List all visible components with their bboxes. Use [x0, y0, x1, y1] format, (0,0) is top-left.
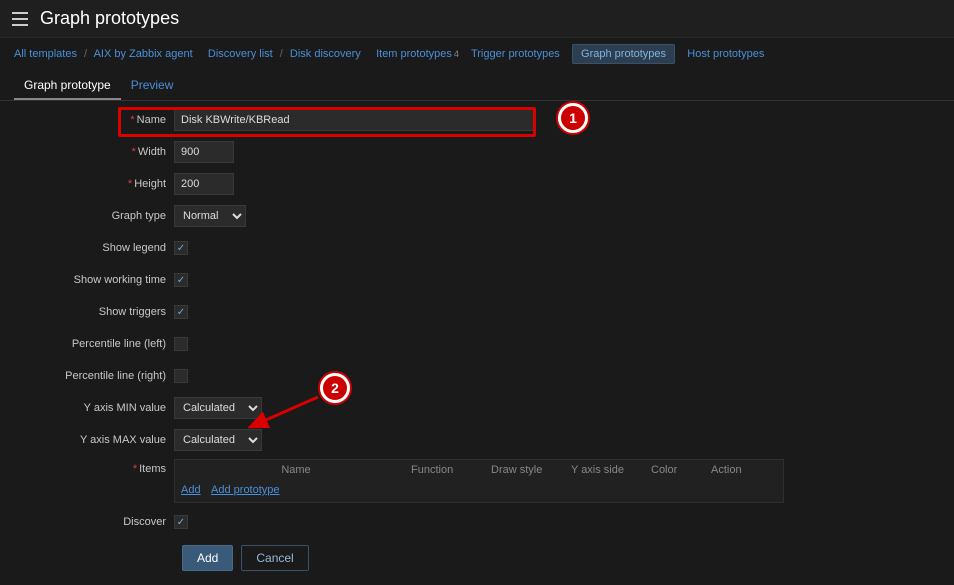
tab-preview[interactable]: Preview: [121, 70, 184, 100]
bc-template[interactable]: AIX by Zabbix agent: [94, 48, 193, 60]
percentile-right-checkbox[interactable]: [174, 369, 188, 383]
label-graph-type: Graph type: [14, 210, 174, 222]
label-name: Name: [137, 114, 166, 126]
show-working-time-checkbox[interactable]: ✓: [174, 273, 188, 287]
cancel-button[interactable]: Cancel: [241, 545, 308, 571]
items-col-name: Name: [181, 464, 411, 476]
show-legend-checkbox[interactable]: ✓: [174, 241, 188, 255]
items-col-function: Function: [411, 464, 491, 476]
graph-type-select[interactable]: Normal: [174, 205, 246, 227]
label-width: Width: [138, 146, 166, 158]
items-add-link[interactable]: Add: [181, 484, 201, 496]
width-field[interactable]: [174, 141, 234, 163]
bc-sep: /: [84, 48, 87, 60]
items-col-color: Color: [651, 464, 711, 476]
menu-icon[interactable]: [12, 12, 28, 26]
label-height: Height: [134, 178, 166, 190]
y-min-select[interactable]: Calculated: [174, 397, 262, 419]
tab-graph-prototype[interactable]: Graph prototype: [14, 70, 121, 100]
label-percentile-left: Percentile line (left): [14, 338, 174, 350]
items-table: Name Function Draw style Y axis side Col…: [174, 459, 784, 503]
bc-trigger-prototypes[interactable]: Trigger prototypes: [471, 48, 560, 60]
items-col-action: Action: [711, 464, 771, 476]
page-title: Graph prototypes: [40, 8, 179, 29]
discover-checkbox[interactable]: ✓: [174, 515, 188, 529]
bc-host-prototypes[interactable]: Host prototypes: [687, 48, 764, 60]
items-col-y-axis-side: Y axis side: [571, 464, 651, 476]
label-show-legend: Show legend: [14, 242, 174, 254]
items-add-prototype-link[interactable]: Add prototype: [211, 484, 280, 496]
bc-sep: /: [280, 48, 283, 60]
name-field[interactable]: [174, 109, 534, 131]
bc-all-templates[interactable]: All templates: [14, 48, 77, 60]
show-triggers-checkbox[interactable]: ✓: [174, 305, 188, 319]
label-show-triggers: Show triggers: [14, 306, 174, 318]
bc-item-prototypes[interactable]: Item prototypes4: [376, 48, 459, 60]
add-button[interactable]: Add: [182, 545, 233, 571]
label-show-working-time: Show working time: [14, 274, 174, 286]
label-y-min: Y axis MIN value: [14, 402, 174, 414]
label-items: Items: [139, 463, 166, 475]
height-field[interactable]: [174, 173, 234, 195]
label-y-max: Y axis MAX value: [14, 434, 174, 446]
bc-graph-prototypes[interactable]: Graph prototypes: [572, 44, 675, 64]
label-percentile-right: Percentile line (right): [14, 370, 174, 382]
y-max-select[interactable]: Calculated: [174, 429, 262, 451]
breadcrumb: All templates / AIX by Zabbix agent Disc…: [0, 38, 954, 70]
bc-discovery-rule[interactable]: Disk discovery: [290, 48, 361, 60]
percentile-left-checkbox[interactable]: [174, 337, 188, 351]
bc-discovery-list[interactable]: Discovery list: [208, 48, 273, 60]
items-col-draw-style: Draw style: [491, 464, 571, 476]
